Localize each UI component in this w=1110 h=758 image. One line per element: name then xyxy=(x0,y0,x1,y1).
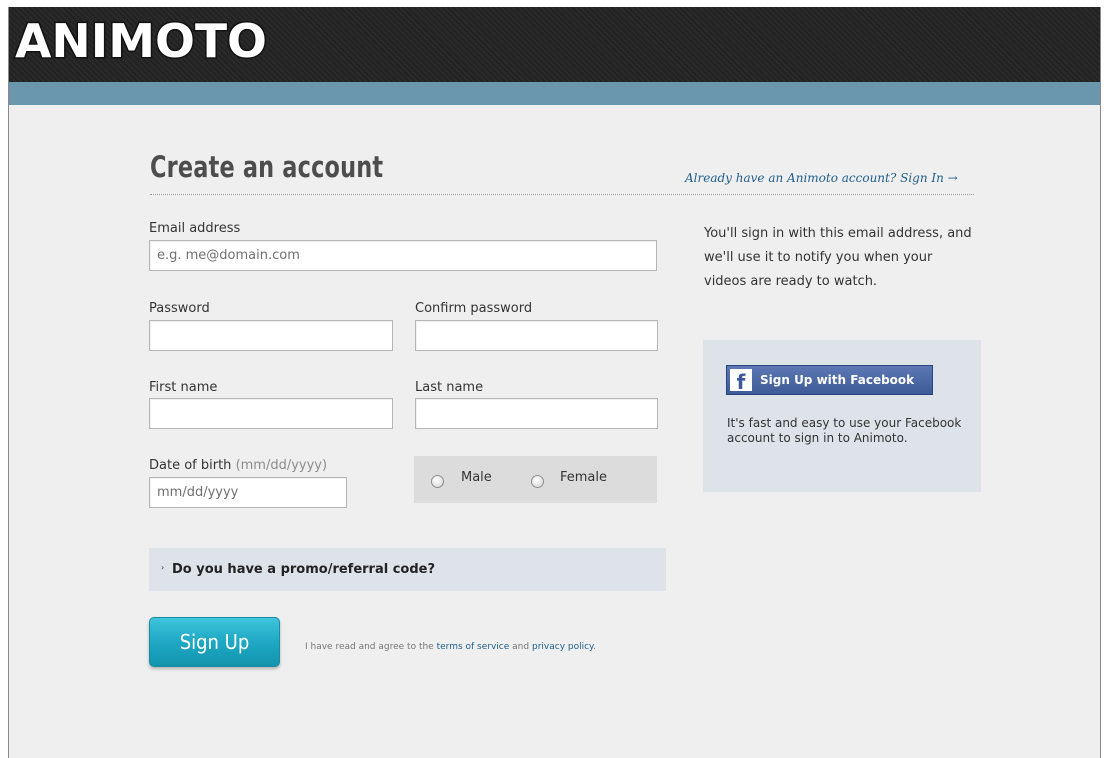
agreement-and: and xyxy=(512,642,530,652)
dob-input[interactable] xyxy=(149,477,347,508)
privacy-policy-link[interactable]: privacy policy xyxy=(532,642,593,652)
facebook-description: It's fast and easy to use your Facebook … xyxy=(727,416,962,445)
facebook-signup-button[interactable]: f Sign Up with Facebook xyxy=(726,365,933,395)
title-divider xyxy=(150,194,974,195)
confirm-password-input[interactable] xyxy=(415,320,658,351)
terms-agreement: I have read and agree to the terms of se… xyxy=(305,642,596,652)
dob-label-text: Date of birth xyxy=(149,458,232,473)
logo-text: ANIMOTO xyxy=(15,14,267,63)
nav-strip xyxy=(9,82,1100,105)
dob-label: Date of birth (mm/dd/yyyy) xyxy=(149,458,327,473)
header-bar: ANIMOTO xyxy=(9,7,1100,82)
page-frame: ANIMOTO Create an account Already have a… xyxy=(8,7,1101,758)
sign-in-link[interactable]: Already have an Animoto account? Sign In… xyxy=(685,171,958,185)
last-name-label: Last name xyxy=(415,380,484,395)
female-radio[interactable] xyxy=(531,475,544,488)
facebook-panel: f Sign Up with Facebook It's fast and ea… xyxy=(703,340,981,492)
terms-of-service-link[interactable]: terms of service xyxy=(437,642,510,652)
animoto-logo[interactable]: ANIMOTO xyxy=(13,13,271,63)
female-label[interactable]: Female xyxy=(560,470,607,485)
expand-arrow-icon: › xyxy=(161,563,165,572)
last-name-input[interactable] xyxy=(415,398,658,429)
facebook-icon: f xyxy=(730,369,752,391)
agreement-suffix: . xyxy=(593,642,596,652)
confirm-password-label: Confirm password xyxy=(415,301,533,316)
agreement-prefix: I have read and agree to the xyxy=(305,642,434,652)
first-name-label: First name xyxy=(149,380,218,395)
sign-up-button[interactable]: Sign Up xyxy=(149,617,280,667)
password-label: Password xyxy=(149,301,210,316)
gender-selector: Male Female xyxy=(414,456,657,503)
promo-code-toggle[interactable]: › Do you have a promo/referral code? xyxy=(149,548,666,591)
promo-code-label: Do you have a promo/referral code? xyxy=(172,562,436,577)
male-label[interactable]: Male xyxy=(461,470,492,485)
dob-format-hint: (mm/dd/yyyy) xyxy=(235,458,328,473)
email-help-text: You'll sign in with this email address, … xyxy=(704,226,972,289)
facebook-button-label: Sign Up with Facebook xyxy=(760,373,915,387)
email-label: Email address xyxy=(149,221,241,236)
male-radio[interactable] xyxy=(431,475,444,488)
page-title: Create an account xyxy=(150,150,384,184)
password-input[interactable] xyxy=(149,320,393,351)
email-input[interactable] xyxy=(149,240,657,271)
first-name-input[interactable] xyxy=(149,398,393,429)
